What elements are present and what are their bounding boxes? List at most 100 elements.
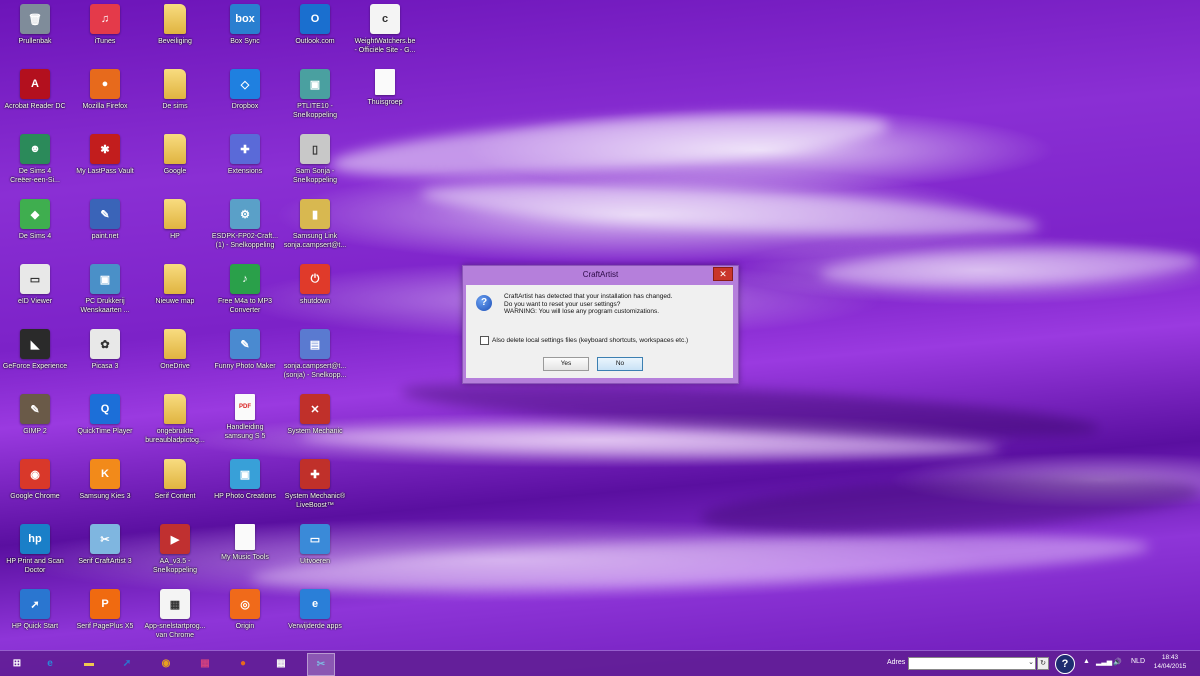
desktop-icon[interactable]: hp HP Print and Scan Doctor bbox=[0, 524, 70, 586]
desktop-icon[interactable]: ▮ Samsung Link sonja.campsert@t... bbox=[280, 199, 350, 261]
desktop-icon[interactable]: ▤ sonja.campsert@t... (sonja) - Snelkopp.… bbox=[280, 329, 350, 391]
volume-icon[interactable]: 🔊 bbox=[1113, 658, 1122, 666]
desktop-icon-label: Acrobat Reader DC bbox=[4, 103, 66, 110]
desktop-icon[interactable]: ▭ eID Viewer bbox=[0, 264, 70, 326]
refresh-icon[interactable]: ↻ bbox=[1037, 657, 1049, 670]
taskbar-hp-quick-start[interactable]: ➚ bbox=[114, 653, 140, 674]
desktop-icon[interactable]: c WeightWatchers.be - Officiële Site - G.… bbox=[350, 4, 420, 66]
desktop-icon[interactable]: ▯ Sam Sonja - Snelkoppeling bbox=[280, 134, 350, 196]
desktop-icon[interactable]: Serif Content bbox=[140, 459, 210, 521]
desktop-icon[interactable]: ▭ Uitvoeren bbox=[280, 524, 350, 586]
desktop-icon[interactable]: Q QuickTime Player bbox=[70, 394, 140, 456]
app-icon: ✚ bbox=[230, 134, 260, 164]
clock[interactable]: 18:43 14/04/2015 bbox=[1148, 654, 1192, 671]
desktop-icon[interactable]: ◉ Google Chrome bbox=[0, 459, 70, 521]
help-button[interactable]: ? bbox=[1055, 654, 1075, 674]
taskbar-photo-app[interactable]: ▦ bbox=[192, 653, 218, 674]
app-icon: ⏻ bbox=[300, 264, 330, 294]
folder-icon bbox=[164, 4, 186, 34]
desktop-icon[interactable]: ✚ Extensions bbox=[210, 134, 280, 196]
dialog-titlebar[interactable]: CraftArtist ✕ bbox=[463, 266, 738, 284]
desktop-icon[interactable]: ◣ GeForce Experience bbox=[0, 329, 70, 391]
desktop-icon[interactable]: Thuisgroep bbox=[350, 69, 420, 131]
desktop-icon-label: Verwijderde apps bbox=[288, 623, 342, 630]
taskbar-start-button[interactable]: ⊞ bbox=[4, 653, 30, 674]
desktop-icon[interactable]: A Acrobat Reader DC bbox=[0, 69, 70, 131]
dialog-title: CraftArtist bbox=[582, 270, 619, 279]
delete-settings-checkbox-row[interactable]: Also delete local settings files (keyboa… bbox=[480, 336, 688, 345]
desktop-icon-label: De sims bbox=[162, 103, 188, 110]
document-icon: PDF bbox=[235, 394, 255, 420]
taskbar-file-explorer[interactable]: ▬ bbox=[76, 653, 102, 674]
desktop-icon[interactable]: HP bbox=[140, 199, 210, 261]
desktop-icon[interactable]: ✎ Funny Photo Maker bbox=[210, 329, 280, 391]
hp-quick-start-icon: ➚ bbox=[122, 658, 132, 669]
desktop-icon-label: QuickTime Player bbox=[77, 428, 133, 435]
language-indicator[interactable]: NLD bbox=[1131, 658, 1145, 665]
desktop-icon[interactable]: ✿ Picasa 3 bbox=[70, 329, 140, 391]
desktop-icon[interactable]: ♫ iTunes bbox=[70, 4, 140, 66]
taskbar-chrome-apps[interactable]: ▦ bbox=[268, 653, 294, 674]
desktop-icon[interactable]: OneDrive bbox=[140, 329, 210, 391]
desktop-icon[interactable]: ✎ GIMP 2 bbox=[0, 394, 70, 456]
yes-button[interactable]: Yes bbox=[543, 357, 589, 371]
desktop-icon[interactable]: ✱ My LastPass Vault bbox=[70, 134, 140, 196]
folder-icon bbox=[164, 264, 186, 294]
close-button[interactable]: ✕ bbox=[713, 267, 733, 281]
desktop-icon[interactable]: ◆ De Sims 4 bbox=[0, 199, 70, 261]
desktop-icon-label: eID Viewer bbox=[17, 298, 53, 305]
taskbar-internet-explorer[interactable]: e bbox=[37, 653, 63, 674]
desktop-icon[interactable]: ✕ System Mechanic bbox=[280, 394, 350, 456]
desktop-icon[interactable]: ◇ Dropbox bbox=[210, 69, 280, 131]
desktop-icon[interactable]: ◎ Origin bbox=[210, 589, 280, 651]
show-hidden-icons-icon[interactable]: ▲ bbox=[1083, 658, 1090, 665]
desktop-icon-label: ESDPK-FP02-Craft... (1) - Snelkoppeling bbox=[211, 233, 279, 249]
address-input[interactable]: ⌄ bbox=[908, 657, 1036, 670]
app-icon: ▦ bbox=[160, 589, 190, 619]
desktop-icon[interactable]: ▣ HP Photo Creations bbox=[210, 459, 280, 521]
desktop-icon[interactable]: ▣ PTLITE10 - Snelkoppeling bbox=[280, 69, 350, 131]
desktop-icon[interactable]: ⏻ shutdown bbox=[280, 264, 350, 326]
delete-settings-checkbox-label[interactable]: Also delete local settings files (keyboa… bbox=[492, 337, 688, 344]
desktop-icon[interactable]: Beveiliging bbox=[140, 4, 210, 66]
photo-app-icon: ▦ bbox=[200, 658, 210, 669]
desktop-icon[interactable]: ⚙ ESDPK-FP02-Craft... (1) - Snelkoppeling bbox=[210, 199, 280, 261]
desktop-icon[interactable]: Nieuwe map bbox=[140, 264, 210, 326]
desktop-icon[interactable]: My Music Tools bbox=[210, 524, 280, 586]
desktop-icon[interactable]: Google bbox=[140, 134, 210, 196]
network-icon[interactable]: ▂▃▅ bbox=[1096, 658, 1112, 666]
desktop-icon[interactable]: ♪ Free M4a to MP3 Converter bbox=[210, 264, 280, 326]
app-icon: P bbox=[90, 589, 120, 619]
desktop-icon[interactable]: ✚ System Mechanic® LiveBoost™ bbox=[280, 459, 350, 521]
desktop-icon-label: OneDrive bbox=[160, 363, 190, 370]
taskbar-craftartist[interactable]: ✂ bbox=[307, 653, 335, 676]
no-button[interactable]: No bbox=[597, 357, 643, 371]
desktop-icon[interactable]: ☻ De Sims 4 Creëer-een-Si... bbox=[0, 134, 70, 196]
desktop-icon[interactable]: ● Mozilla Firefox bbox=[70, 69, 140, 131]
delete-settings-checkbox[interactable] bbox=[480, 336, 489, 345]
desktop-icon[interactable]: 🗑 Prullenbak bbox=[0, 4, 70, 66]
desktop-icon[interactable]: box Box Sync bbox=[210, 4, 280, 66]
desktop-icon[interactable]: ▣ PC Drukkerij Wenskaarten ... bbox=[70, 264, 140, 326]
media-app-icon: ◉ bbox=[161, 658, 171, 669]
chevron-down-icon[interactable]: ⌄ bbox=[1028, 658, 1034, 666]
taskbar-media-app[interactable]: ◉ bbox=[153, 653, 179, 674]
desktop-icon-label: Prullenbak bbox=[18, 38, 52, 45]
app-icon: ▭ bbox=[20, 264, 50, 294]
desktop-icon[interactable]: ✂ Serif CraftArtist 3 bbox=[70, 524, 140, 586]
desktop-icon[interactable]: ▦ App-snelstartprog... van Chrome bbox=[140, 589, 210, 651]
app-icon: ◇ bbox=[230, 69, 260, 99]
app-icon: ● bbox=[90, 69, 120, 99]
desktop-icon[interactable]: ✎ paint.net bbox=[70, 199, 140, 261]
desktop-icon[interactable]: O Outlook.com bbox=[280, 4, 350, 66]
app-icon: ▣ bbox=[90, 264, 120, 294]
taskbar-firefox[interactable]: ● bbox=[230, 653, 256, 674]
desktop-icon[interactable]: ▶ AA_v3.5 - Snelkoppeling bbox=[140, 524, 210, 586]
desktop-icon[interactable]: ongebruikte bureaubladpictog... bbox=[140, 394, 210, 456]
desktop-icon[interactable]: K Samsung Kies 3 bbox=[70, 459, 140, 521]
desktop-icon[interactable]: De sims bbox=[140, 69, 210, 131]
desktop-icon[interactable]: PDF Handleiding samsung S 5 bbox=[210, 394, 280, 456]
desktop-icon[interactable]: P Serif PagePlus X5 bbox=[70, 589, 140, 651]
desktop-icon[interactable]: e Verwijderde apps bbox=[280, 589, 350, 651]
desktop-icon[interactable]: ➚ HP Quick Start bbox=[0, 589, 70, 651]
